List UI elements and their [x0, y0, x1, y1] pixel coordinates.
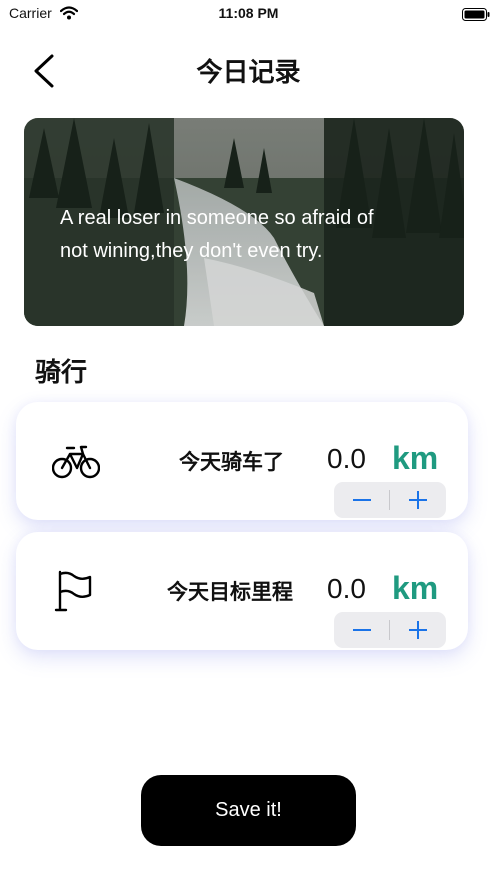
target-stepper	[334, 612, 446, 648]
target-unit: km	[392, 570, 439, 606]
flag-icon	[54, 570, 94, 618]
target-value: 0.0	[327, 573, 366, 604]
section-title: 骑行	[35, 358, 88, 388]
minus-icon	[353, 499, 371, 501]
save-button[interactable]: Save it!	[141, 775, 356, 846]
increment-button[interactable]	[390, 482, 446, 518]
target-distance-card: 今天目标里程 0.0 km	[16, 532, 468, 650]
ride-label: 今天骑车了	[179, 450, 284, 474]
quote-banner: A real loser in someone so afraid of not…	[24, 118, 464, 326]
target-label: 今天目标里程	[167, 580, 293, 604]
ride-value: 0.0	[327, 443, 366, 474]
minus-icon	[353, 629, 371, 631]
bicycle-icon	[51, 442, 101, 484]
battery-icon	[462, 6, 490, 25]
decrement-button[interactable]	[334, 482, 390, 518]
quote-text: A real loser in someone so afraid of not…	[60, 207, 374, 262]
ride-distance-card: 今天骑车了 0.0 km	[16, 402, 468, 520]
status-time: 11:08 PM	[218, 5, 279, 21]
page-title: 今日记录	[196, 58, 301, 88]
increment-button[interactable]	[390, 612, 446, 648]
decrement-button[interactable]	[334, 612, 390, 648]
ride-stepper	[334, 482, 446, 518]
status-bar: Carrier 11:08 PM	[0, 0, 497, 26]
ride-unit: km	[392, 440, 439, 476]
